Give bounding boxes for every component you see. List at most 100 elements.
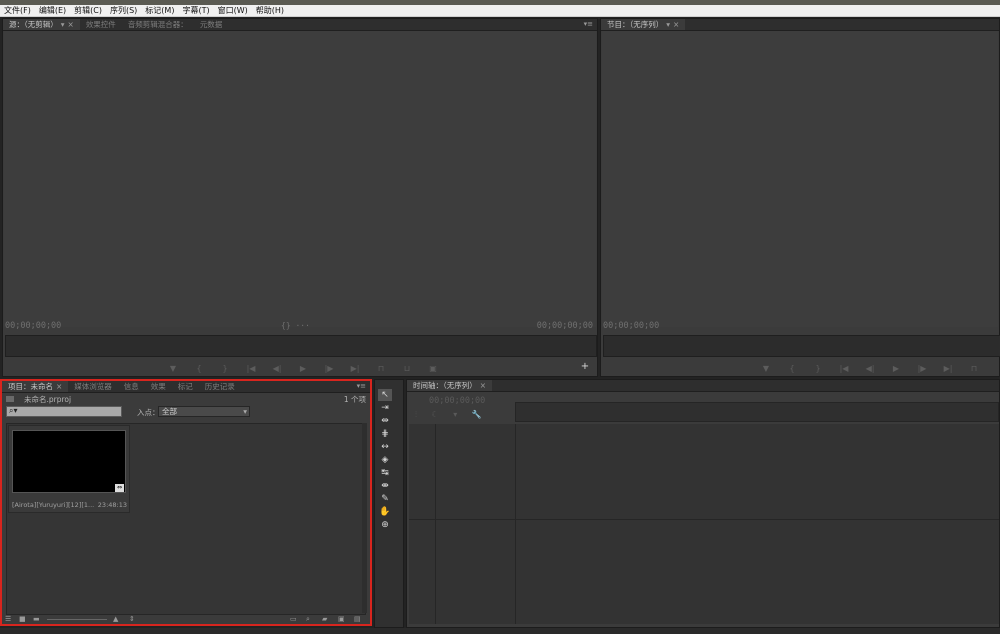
zoom-tool-icon[interactable]: ⊕: [378, 519, 392, 531]
clip-item[interactable]: ⇔ [Airota][Yuruyuri][12][1... 23:48:13: [8, 425, 130, 513]
linked-selection-icon[interactable]: ☾: [432, 410, 439, 419]
tab-markers[interactable]: 标记: [172, 381, 199, 392]
zoom-in-icon[interactable]: ▲: [113, 615, 118, 623]
track-select-tool-icon[interactable]: ⇥: [378, 402, 392, 414]
tab-project[interactable]: 项目：未命名 ×: [2, 381, 69, 392]
source-time-ruler[interactable]: [5, 335, 597, 357]
menu-title[interactable]: 字幕(T): [178, 5, 213, 17]
close-icon[interactable]: ×: [68, 20, 74, 29]
tab-source[interactable]: 源：（无剪辑） ▾ ×: [3, 19, 80, 30]
project-items-area[interactable]: ⇔ [Airota][Yuruyuri][12][1... 23:48:13: [6, 423, 366, 615]
play-icon[interactable]: ▶: [290, 364, 316, 373]
settings-wrench-icon[interactable]: 🔧: [472, 410, 482, 419]
clear-icon[interactable]: ▤: [354, 615, 361, 623]
menu-marker[interactable]: 标记(M): [141, 5, 178, 17]
close-icon[interactable]: ×: [56, 382, 62, 391]
tab-history[interactable]: 历史记录: [199, 381, 241, 392]
overwrite-icon[interactable]: ⊔: [394, 364, 420, 373]
mark-in-icon[interactable]: {: [779, 364, 805, 373]
panel-menu-icon[interactable]: ▾≡: [584, 19, 593, 30]
source-timecode-current[interactable]: 00;00;00;00: [5, 321, 61, 331]
menu-clip[interactable]: 剪辑(C): [70, 5, 106, 17]
razor-tool-icon[interactable]: ◈: [378, 454, 392, 466]
play-icon[interactable]: ▶: [883, 364, 909, 373]
tab-info[interactable]: 信息: [118, 381, 145, 392]
status-bar: [0, 628, 1000, 634]
timeline-tracks-area[interactable]: [409, 424, 999, 624]
slide-tool-icon[interactable]: ⇼: [378, 480, 392, 492]
program-timecode-current[interactable]: 00;00;00;00: [603, 321, 659, 331]
source-fit-indicator[interactable]: {} ···: [281, 321, 310, 330]
tab-program[interactable]: 节目：（无序列） ▾ ×: [601, 19, 686, 30]
tab-effects[interactable]: 效果: [145, 381, 172, 392]
chevron-down-icon[interactable]: ▾: [61, 20, 65, 29]
list-view-icon[interactable]: ☰: [5, 615, 11, 623]
close-icon[interactable]: ×: [480, 381, 486, 390]
lift-icon[interactable]: ⊓: [961, 364, 987, 373]
selection-tool-icon[interactable]: ↖: [378, 389, 392, 401]
snap-icon[interactable]: ⫶: [415, 410, 417, 419]
ripple-edit-tool-icon[interactable]: ⇹: [378, 415, 392, 427]
close-icon[interactable]: ×: [673, 20, 679, 29]
menu-file[interactable]: 文件(F): [0, 5, 35, 17]
step-back-icon[interactable]: ◀|: [264, 364, 290, 373]
search-input[interactable]: ⌕▾: [6, 406, 122, 417]
chevron-down-icon[interactable]: ▾: [666, 20, 670, 29]
folder-icon: [6, 396, 14, 402]
tab-source-label: 源：（无剪辑）: [9, 20, 58, 29]
tab-media-browser[interactable]: 媒体浏览器: [68, 381, 118, 392]
sequence-icon: ⇔: [115, 484, 124, 492]
in-point-select[interactable]: 全部 ▾: [158, 406, 250, 417]
timeline-timecode[interactable]: 00;00;00;00: [429, 396, 485, 406]
source-transport-controls: ▼ { } |◀ ◀| ▶ |▶ ▶| ⊓ ⊔ ▣: [143, 362, 463, 374]
program-video-area: [602, 31, 998, 327]
slip-tool-icon[interactable]: ↹: [378, 467, 392, 479]
tab-audio-clip-mixer[interactable]: 音频剪辑混合器：: [122, 19, 194, 30]
go-to-out-icon[interactable]: ▶|: [935, 364, 961, 373]
tab-effect-controls[interactable]: 效果控件: [80, 19, 122, 30]
in-point-label: 入点：: [137, 408, 160, 417]
icon-view-icon[interactable]: ■: [19, 615, 26, 623]
mark-in-icon[interactable]: {: [186, 364, 212, 373]
hand-tool-icon[interactable]: ✋: [378, 506, 392, 518]
add-marker-icon[interactable]: ▾: [453, 410, 457, 419]
mark-out-icon[interactable]: }: [212, 364, 238, 373]
new-bin-icon[interactable]: ▰: [322, 615, 327, 623]
tab-metadata[interactable]: 元数据: [194, 19, 229, 30]
menu-edit[interactable]: 编辑(E): [35, 5, 70, 17]
add-button-icon[interactable]: +: [575, 361, 595, 372]
sort-icon[interactable]: ⇕: [129, 615, 135, 623]
zoom-slider[interactable]: [47, 619, 107, 620]
project-scrollbar[interactable]: [362, 423, 367, 613]
go-to-in-icon[interactable]: |◀: [238, 364, 264, 373]
add-marker-icon[interactable]: ▼: [753, 364, 779, 373]
insert-icon[interactable]: ⊓: [368, 364, 394, 373]
menu-help[interactable]: 帮助(H): [252, 5, 288, 17]
mark-out-icon[interactable]: }: [805, 364, 831, 373]
export-frame-icon[interactable]: ▣: [420, 364, 446, 373]
automate-to-sequence-icon[interactable]: ▭: [290, 615, 297, 623]
rolling-edit-tool-icon[interactable]: ⋕: [378, 428, 392, 440]
rate-stretch-tool-icon[interactable]: ↔: [378, 441, 392, 453]
panel-menu-icon[interactable]: ▾≡: [357, 381, 366, 392]
go-to-in-icon[interactable]: |◀: [831, 364, 857, 373]
source-timecode-duration: 00;00;00;00: [536, 321, 593, 331]
find-icon[interactable]: ⌕: [306, 615, 310, 624]
pen-tool-icon[interactable]: ✎: [378, 493, 392, 505]
go-to-out-icon[interactable]: ▶|: [342, 364, 368, 373]
step-forward-icon[interactable]: |▶: [909, 364, 935, 373]
program-time-ruler[interactable]: [603, 335, 1000, 357]
step-forward-icon[interactable]: |▶: [316, 364, 342, 373]
tab-timeline[interactable]: 时间轴：（无序列） ×: [407, 380, 493, 391]
timeline-tools-row: ⫶ ☾ ▾ 🔧: [415, 410, 482, 420]
zoom-out-icon[interactable]: ▬: [33, 615, 40, 623]
new-item-icon[interactable]: ▣: [338, 615, 345, 623]
timeline-ruler[interactable]: [515, 402, 999, 422]
add-marker-icon[interactable]: ▼: [160, 364, 186, 373]
audio-video-divider: [409, 519, 999, 520]
clip-thumbnail[interactable]: [12, 430, 126, 493]
step-back-icon[interactable]: ◀|: [857, 364, 883, 373]
menu-window[interactable]: 窗口(W): [214, 5, 252, 17]
menu-sequence[interactable]: 序列(S): [106, 5, 141, 17]
track-header-divider: [515, 424, 516, 624]
